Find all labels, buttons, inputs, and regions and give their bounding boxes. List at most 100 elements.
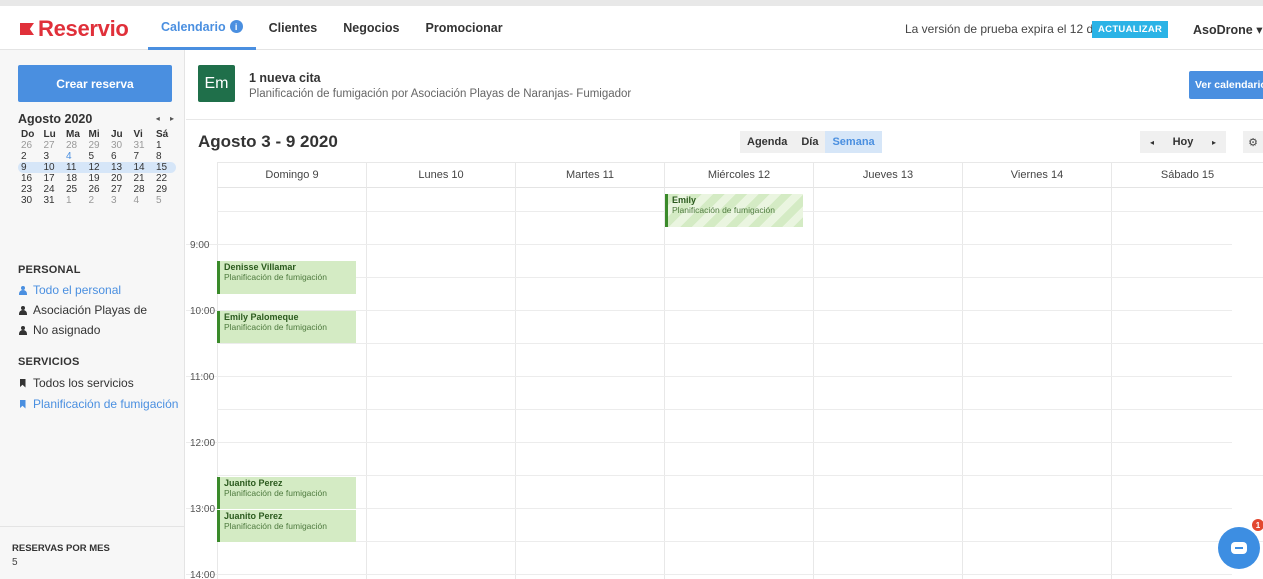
mini-day[interactable]: 3 <box>41 151 64 162</box>
chat-unread-badge: 1 <box>1252 519 1263 531</box>
create-booking-button[interactable]: Crear reserva <box>18 65 172 102</box>
mini-day[interactable]: 18 <box>63 173 86 184</box>
slot-line <box>217 409 1263 410</box>
flag-icon <box>20 23 34 35</box>
view-calendar-button[interactable]: Ver calendario <box>1189 71 1263 99</box>
mini-calendar-week: 23 24 25 26 27 28 29 <box>18 184 176 195</box>
mini-day[interactable]: 16 <box>18 173 41 184</box>
mini-day[interactable]: 23 <box>18 184 41 195</box>
event-name: Emily Palomeque <box>224 312 299 322</box>
week-grid: Domingo 9 Lunes 10 Martes 11 Miércoles 1… <box>186 162 1263 579</box>
mini-day[interactable]: 22 <box>153 173 176 184</box>
mini-day[interactable]: 6 <box>108 151 131 162</box>
mini-day[interactable]: 27 <box>41 140 64 151</box>
chat-button[interactable] <box>1218 527 1260 569</box>
today-button[interactable]: Hoy <box>1164 131 1202 153</box>
day-header-thursday[interactable]: Jueves 13 <box>813 162 962 188</box>
brand-logo[interactable]: Reservio <box>20 16 129 42</box>
day-header-tuesday[interactable]: Martes 11 <box>515 162 664 188</box>
event-emily[interactable]: Emily Planificación de fumigación <box>665 194 803 227</box>
nav-calendario[interactable]: Calendario i <box>148 6 256 50</box>
mini-day[interactable]: 17 <box>41 173 64 184</box>
mini-day[interactable]: 1 <box>63 195 86 206</box>
mini-day[interactable]: 13 <box>108 162 131 173</box>
mini-day[interactable]: 1 <box>153 140 176 151</box>
event-service: Planificación de fumigación <box>224 272 328 282</box>
prev-week-button[interactable]: ◂ <box>1140 131 1164 153</box>
mini-day[interactable]: 5 <box>86 151 109 162</box>
mini-day[interactable]: 11 <box>63 162 86 173</box>
mini-day[interactable]: 21 <box>131 173 154 184</box>
person-icon <box>18 325 27 335</box>
mini-day[interactable]: 26 <box>86 184 109 195</box>
column-divider <box>515 188 516 579</box>
event-juanito-perez[interactable]: Juanito Perez Planificación de fumigació… <box>217 477 356 509</box>
mini-calendar-dow: Do Lu Ma Mi Ju Vi Sá <box>18 129 176 140</box>
mini-day[interactable]: 28 <box>63 140 86 151</box>
event-emily-palomeque[interactable]: Emily Palomeque Planificación de fumigac… <box>217 311 356 343</box>
day-header-friday[interactable]: Viernes 14 <box>962 162 1111 188</box>
mini-day-today[interactable]: 4 <box>63 151 86 162</box>
nav-negocios[interactable]: Negocios <box>330 6 412 50</box>
mini-day[interactable]: 27 <box>108 184 131 195</box>
dow-label: Ma <box>66 129 80 140</box>
mini-day[interactable]: 31 <box>41 195 64 206</box>
staff-all[interactable]: Todo el personal <box>18 283 121 297</box>
month-nav-arrows[interactable]: ◂ ▸ <box>156 112 178 126</box>
mini-day[interactable]: 12 <box>86 162 109 173</box>
mini-day[interactable]: 30 <box>18 195 41 206</box>
mini-day[interactable]: 28 <box>131 184 154 195</box>
mini-day[interactable]: 24 <box>41 184 64 195</box>
mini-day[interactable]: 4 <box>131 195 154 206</box>
mini-day[interactable]: 2 <box>86 195 109 206</box>
day-header-saturday[interactable]: Sábado 15 <box>1111 162 1263 188</box>
slot-line <box>217 475 1263 476</box>
day-header-monday[interactable]: Lunes 10 <box>366 162 515 188</box>
service-all[interactable]: Todos los servicios <box>18 376 134 390</box>
service-label: Planificación de fumigación <box>33 397 179 411</box>
mini-day[interactable]: 29 <box>153 184 176 195</box>
view-week[interactable]: Semana <box>825 131 882 153</box>
mini-day[interactable]: 20 <box>108 173 131 184</box>
view-agenda[interactable]: Agenda <box>740 131 794 153</box>
staff-unassigned[interactable]: No asignado <box>18 323 100 337</box>
mini-day[interactable]: 2 <box>18 151 41 162</box>
event-service: Planificación de fumigación <box>224 488 328 498</box>
upgrade-button[interactable]: ACTUALIZAR <box>1092 21 1169 38</box>
main-nav: Calendario i Clientes Negocios Promocion… <box>148 6 516 50</box>
mini-day[interactable]: 8 <box>153 151 176 162</box>
mini-day[interactable]: 19 <box>86 173 109 184</box>
mini-day[interactable]: 9 <box>18 162 41 173</box>
mini-day[interactable]: 30 <box>108 140 131 151</box>
day-header-wednesday[interactable]: Miércoles 12 <box>664 162 813 188</box>
hour-label: 13:00 <box>190 504 216 515</box>
mini-day[interactable]: 7 <box>131 151 154 162</box>
mini-day[interactable]: 5 <box>153 195 176 206</box>
gear-icon[interactable]: ⚙ <box>1243 131 1263 153</box>
event-service: Planificación de fumigación <box>224 521 328 531</box>
staff-label: No asignado <box>33 323 101 337</box>
mini-day[interactable]: 15 <box>153 162 176 173</box>
next-week-button[interactable]: ▸ <box>1202 131 1226 153</box>
event-name: Emily <box>672 195 697 205</box>
mini-day[interactable]: 14 <box>131 162 154 173</box>
mini-day[interactable]: 29 <box>86 140 109 151</box>
mini-day[interactable]: 10 <box>41 162 64 173</box>
column-divider <box>664 188 665 579</box>
mini-day[interactable]: 26 <box>18 140 41 151</box>
day-header-sunday[interactable]: Domingo 9 <box>217 162 366 188</box>
brand-name: Reservio <box>38 16 129 41</box>
mini-day[interactable]: 25 <box>63 184 86 195</box>
view-day[interactable]: Día <box>794 131 825 153</box>
event-juanito-perez[interactable]: Juanito Perez Planificación de fumigació… <box>217 510 356 542</box>
event-denisse-villamar[interactable]: Denisse Villamar Planificación de fumiga… <box>217 261 356 294</box>
user-menu[interactable]: AsoDrone ▾ <box>1193 22 1262 37</box>
nav-promocionar[interactable]: Promocionar <box>413 6 516 50</box>
mini-day[interactable]: 31 <box>131 140 154 151</box>
nav-clientes[interactable]: Clientes <box>256 6 331 50</box>
staff-asociacion[interactable]: Asociación Playas de <box>18 303 147 317</box>
sidebar-divider <box>0 526 185 527</box>
mini-day[interactable]: 3 <box>108 195 131 206</box>
service-fumigacion[interactable]: Planificación de fumigación <box>18 397 178 411</box>
mini-calendar-selected-week[interactable]: 9 10 11 12 13 14 15 <box>18 162 176 173</box>
